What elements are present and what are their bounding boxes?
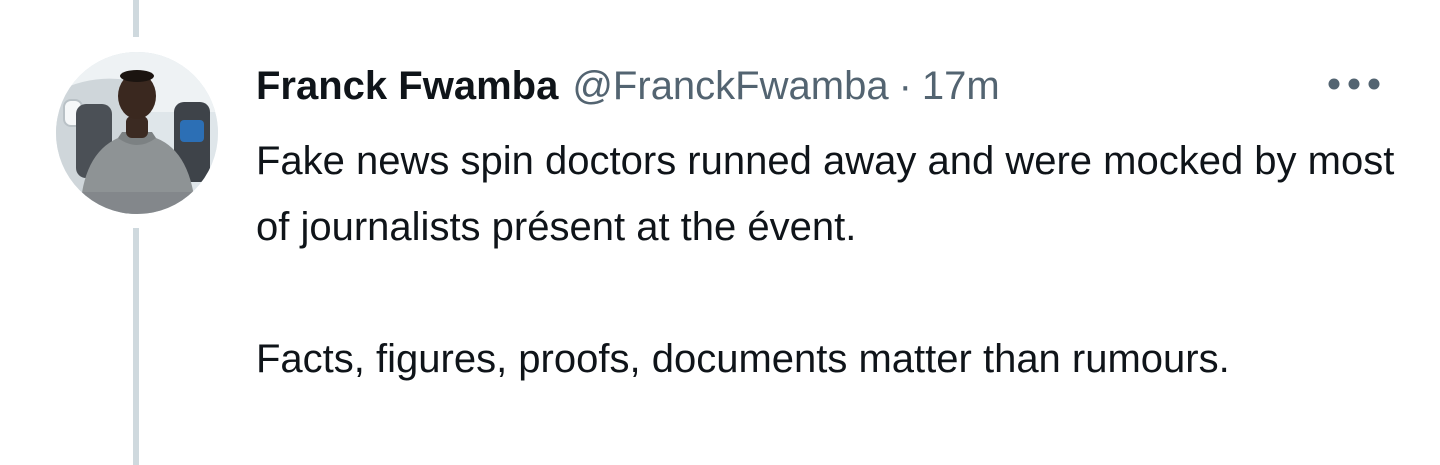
avatar-photo <box>56 52 218 214</box>
header-separator: · <box>898 63 912 108</box>
more-horizontal-icon <box>1328 78 1380 90</box>
more-options-button[interactable] <box>1322 66 1386 102</box>
tweet-text: Fake news spin doctors runned away and w… <box>256 128 1406 392</box>
thread-connector-top <box>133 0 139 37</box>
tweet-paragraph: Fake news spin doctors runned away and w… <box>256 139 1395 249</box>
display-name[interactable]: Franck Fwamba <box>256 64 558 109</box>
tweet-paragraph: Facts, figures, proofs, documents matter… <box>256 337 1230 381</box>
user-handle[interactable]: @FranckFwamba <box>572 64 888 109</box>
avatar[interactable] <box>56 52 218 214</box>
tweet-header: Franck Fwamba @FranckFwamba · 17m <box>256 58 1000 114</box>
timestamp[interactable]: 17m <box>922 64 1000 109</box>
thread-connector-bottom <box>133 228 139 465</box>
